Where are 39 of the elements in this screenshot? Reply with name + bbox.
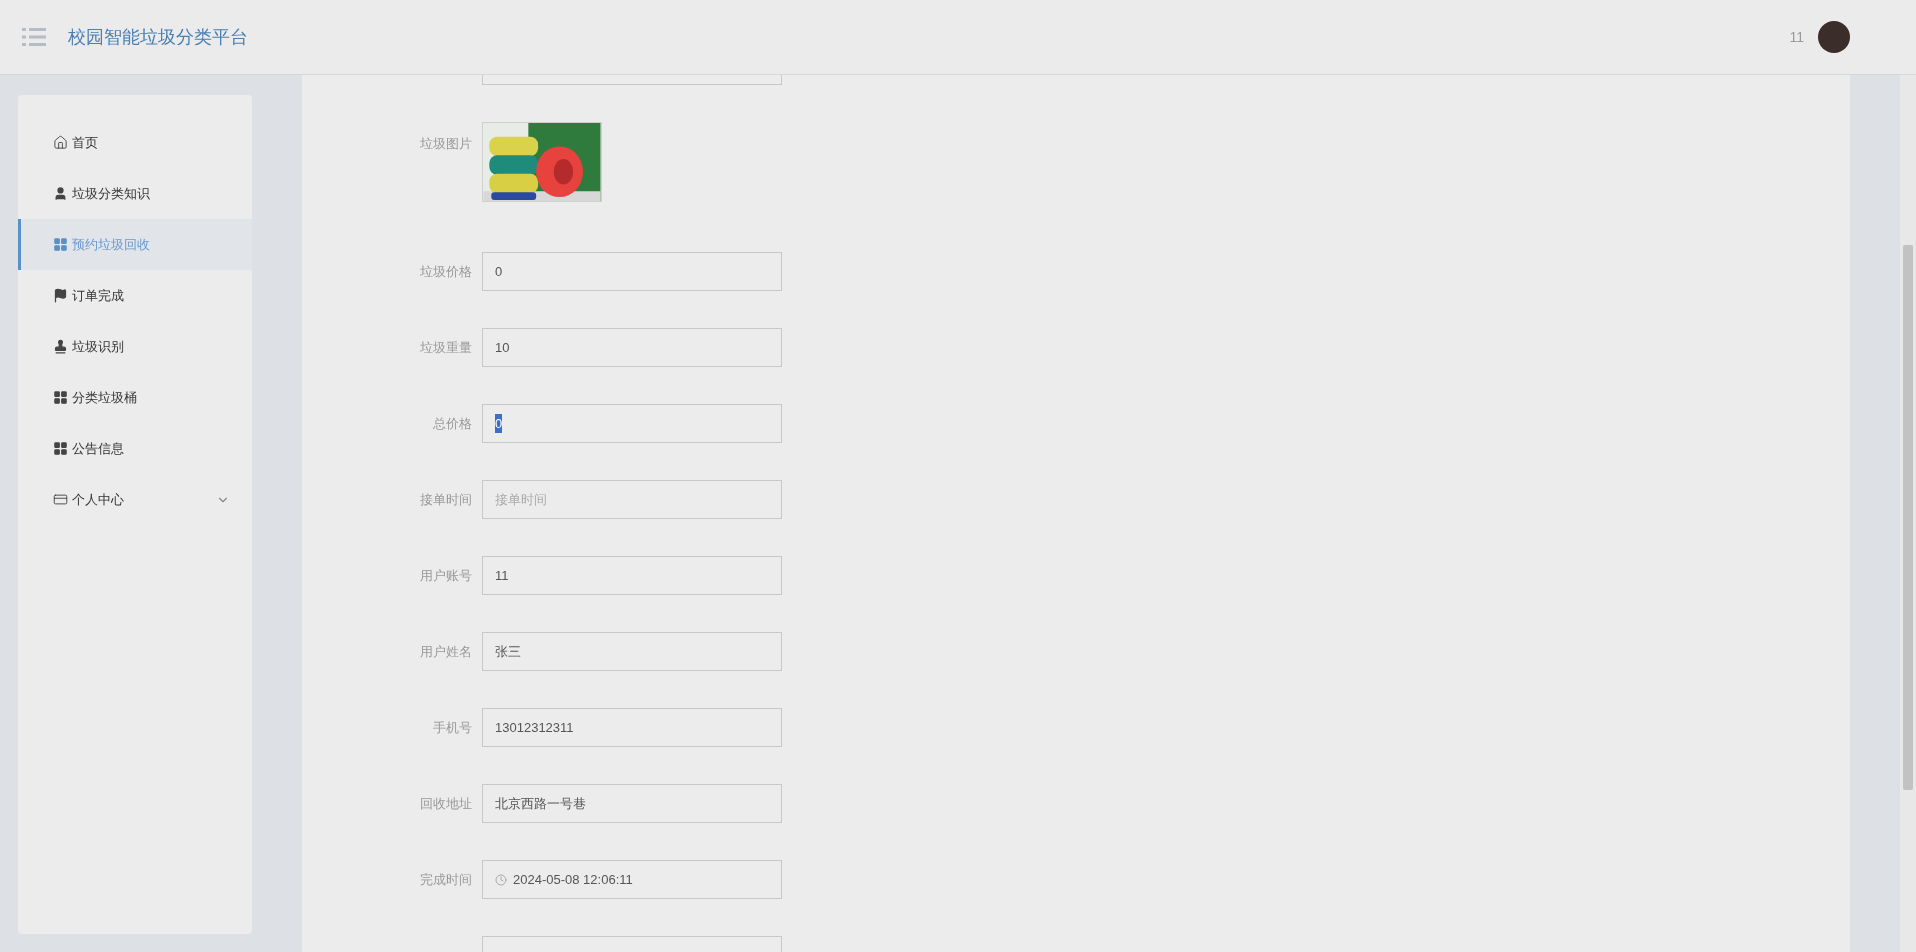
sidebar-item[interactable]: 分类垃圾桶 <box>18 372 252 423</box>
grid-icon <box>53 390 68 405</box>
sidebar-item[interactable]: 垃圾分类知识 <box>18 168 252 219</box>
field-label: 手机号 <box>432 718 473 737</box>
sidebar-item[interactable]: 垃圾识别 <box>18 321 252 372</box>
input-field[interactable]: 0 <box>482 252 782 291</box>
field-label: 总价格 <box>432 414 473 433</box>
field-label: 回收地址 <box>419 794 473 813</box>
field-label: 完成时间 <box>419 870 473 889</box>
scrollbar[interactable] <box>1900 75 1916 952</box>
field-label: 用户账号 <box>419 566 473 585</box>
input-field[interactable]: 0 <box>482 404 782 443</box>
input-field[interactable]: 11 <box>482 556 782 595</box>
input-field[interactable]: 13012312311 <box>482 708 782 747</box>
clock-icon <box>495 873 507 886</box>
input-field[interactable]: 北京西路一号巷 <box>482 784 782 823</box>
sidebar-item[interactable]: 个人中心 <box>18 474 252 525</box>
field-label: 用户姓名 <box>419 642 473 661</box>
sidebar-item[interactable]: 订单完成 <box>18 270 252 321</box>
menu-icon[interactable] <box>22 27 46 47</box>
input-field[interactable]: 10 <box>482 328 782 367</box>
field-label: 垃圾图片 <box>419 135 473 153</box>
person-icon <box>53 186 68 201</box>
field-label: 垃圾重量 <box>419 338 473 357</box>
input-field[interactable]: 张三 <box>482 632 782 671</box>
card-icon <box>53 492 68 507</box>
user-name: 11 <box>1789 27 1804 47</box>
date-time-field[interactable]: 2024-05-08 12:06:11 <box>482 860 782 899</box>
grid-icon <box>53 237 68 252</box>
sidebar-item[interactable]: 公告信息 <box>18 423 252 474</box>
home-icon <box>53 135 68 150</box>
field-label: 垃圾价格 <box>419 262 473 281</box>
field-label: 接单时间 <box>419 490 473 509</box>
avatar[interactable] <box>1818 21 1850 53</box>
stamp-icon <box>53 339 68 354</box>
flag-icon <box>53 288 68 303</box>
app-title: 校园智能垃圾分类平台 <box>68 25 248 49</box>
sidebar-item[interactable]: 首页 <box>18 117 252 168</box>
grid-icon <box>53 441 68 456</box>
